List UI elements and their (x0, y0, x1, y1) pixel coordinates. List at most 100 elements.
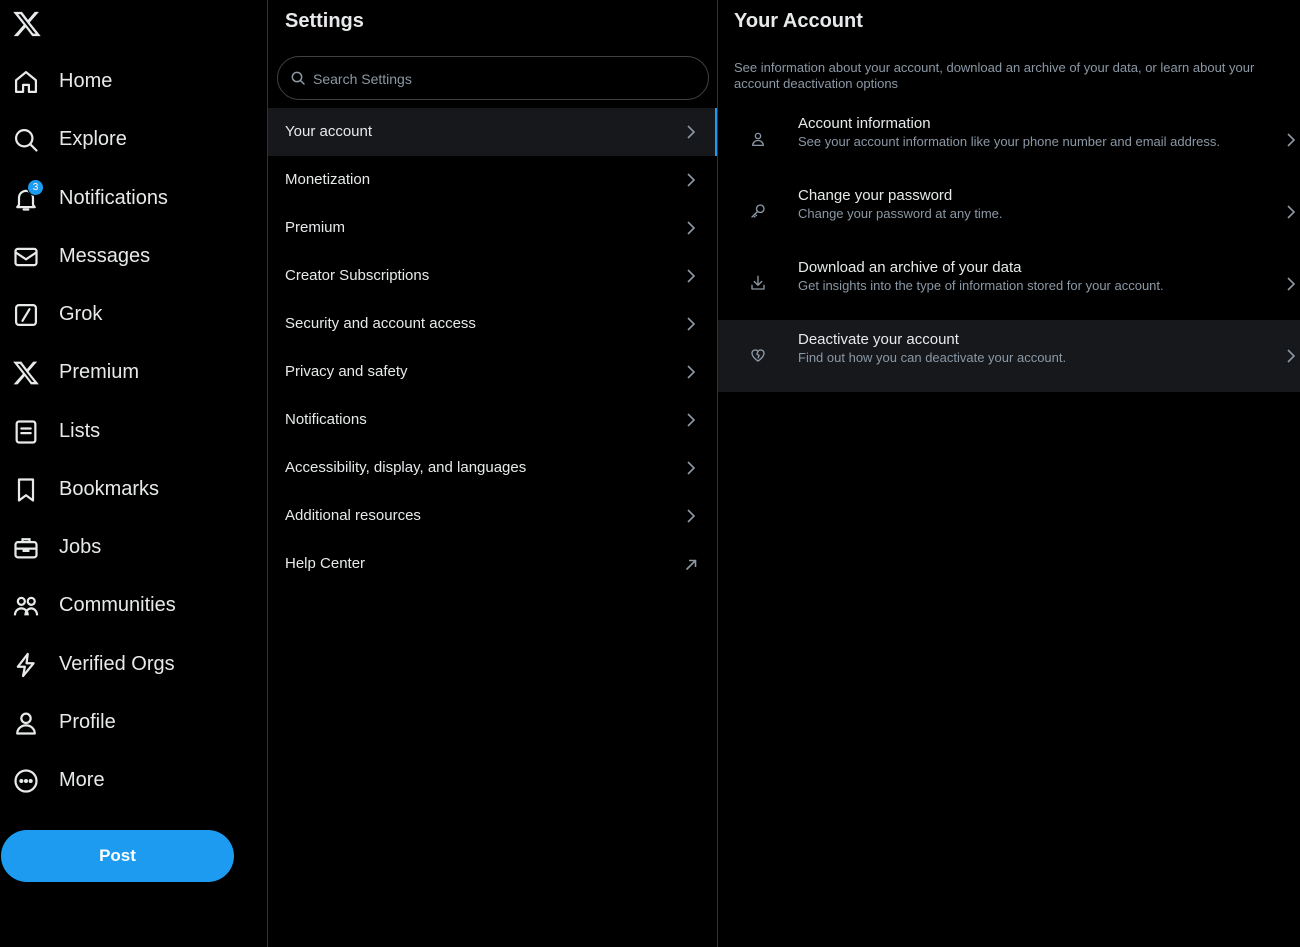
chevron-right-icon (1287, 277, 1296, 291)
nav-label: Profile (59, 711, 116, 733)
nav-label: Lists (59, 420, 101, 442)
settings-column: Settings Your account Monetization Premi… (268, 0, 718, 947)
chevron-right-icon (687, 461, 696, 475)
settings-item-security[interactable]: Security and account access (268, 300, 717, 348)
post-button[interactable]: Post (1, 830, 234, 882)
notifications-badge: 3 (27, 179, 44, 196)
external-link-icon (685, 559, 697, 571)
option-description: Get insights into the type of informatio… (798, 278, 1164, 293)
search-icon (291, 71, 305, 85)
chevron-right-icon (1287, 205, 1296, 219)
settings-item-label: Help Center (285, 555, 366, 572)
x-premium-icon (13, 361, 39, 385)
settings-item-help-center[interactable]: Help Center (268, 540, 717, 588)
option-title: Account information (798, 115, 931, 132)
nav-label: More (59, 769, 105, 791)
search-icon (14, 128, 38, 152)
nav-more[interactable]: More (0, 757, 260, 803)
option-download-archive[interactable]: Download an archive of your data Get ins… (718, 248, 1300, 320)
search-settings-box[interactable] (277, 56, 709, 101)
more-circle-icon (14, 769, 38, 793)
settings-item-your-account[interactable]: Your account (268, 108, 717, 156)
x-logo-icon[interactable] (12, 9, 42, 39)
nav-home[interactable]: Home (0, 58, 260, 104)
key-icon (751, 204, 765, 218)
nav-label: Home (59, 70, 113, 92)
home-icon (14, 70, 38, 94)
nav-label: Grok (59, 303, 103, 325)
settings-item-additional-resources[interactable]: Additional resources (268, 492, 717, 540)
chevron-right-icon (687, 125, 696, 139)
nav-label: Premium (59, 361, 140, 383)
chevron-right-icon (1287, 133, 1296, 147)
chevron-right-icon (687, 413, 696, 427)
option-description: See your account information like your p… (798, 134, 1221, 149)
nav-premium[interactable]: Premium (0, 349, 260, 395)
settings-item-premium[interactable]: Premium (268, 204, 717, 252)
option-account-information[interactable]: Account information See your account inf… (718, 104, 1300, 176)
people-icon (13, 596, 39, 616)
nav-bookmarks[interactable]: Bookmarks (0, 466, 260, 512)
nav-label: Bookmarks (59, 478, 160, 500)
settings-item-monetization[interactable]: Monetization (268, 156, 717, 204)
list-icon (15, 420, 37, 444)
settings-item-label: Premium (285, 219, 346, 236)
nav-label: Communities (59, 594, 176, 616)
nav-verified-orgs[interactable]: Verified Orgs (0, 641, 260, 687)
option-title: Download an archive of your data (798, 259, 1022, 276)
bookmark-icon (17, 478, 35, 502)
chevron-right-icon (1287, 349, 1296, 363)
settings-item-label: Creator Subscriptions (285, 267, 430, 284)
nav-label: Verified Orgs (59, 653, 175, 675)
option-description: Find out how you can deactivate your acc… (798, 350, 1067, 365)
grok-icon (14, 303, 38, 327)
settings-item-label: Additional resources (285, 507, 421, 524)
settings-item-accessibility[interactable]: Accessibility, display, and languages (268, 444, 717, 492)
settings-item-label: Security and account access (285, 315, 476, 332)
nav-profile[interactable]: Profile (0, 699, 260, 745)
chevron-right-icon (687, 317, 696, 331)
settings-item-notifications[interactable]: Notifications (268, 396, 717, 444)
lightning-icon (16, 652, 35, 678)
person-icon (752, 132, 764, 147)
nav-jobs[interactable]: Jobs (0, 524, 260, 570)
chevron-right-icon (687, 365, 696, 379)
nav-explore[interactable]: Explore (0, 116, 260, 162)
broken-heart-icon (751, 349, 765, 362)
nav-label: Messages (59, 245, 151, 267)
settings-item-label: Notifications (285, 411, 367, 428)
nav-label: Notifications (59, 187, 168, 209)
nav-label: Explore (59, 128, 127, 150)
settings-item-label: Privacy and safety (285, 363, 408, 380)
nav-messages[interactable]: Messages (0, 233, 260, 279)
download-icon (751, 275, 765, 290)
nav-lists[interactable]: Lists (0, 408, 260, 454)
your-account-description: See information about your account, down… (734, 60, 1255, 91)
nav-grok[interactable]: Grok (0, 291, 260, 337)
option-title: Deactivate your account (798, 331, 959, 348)
your-account-title: Your Account (734, 10, 863, 32)
chevron-right-icon (687, 221, 696, 235)
chevron-right-icon (687, 173, 696, 187)
option-title: Change your password (798, 187, 953, 204)
option-change-password[interactable]: Change your password Change your passwor… (718, 176, 1300, 248)
settings-item-label: Accessibility, display, and languages (285, 459, 527, 476)
person-icon (16, 712, 36, 735)
settings-title: Settings (285, 10, 364, 32)
option-deactivate-account[interactable]: Deactivate your account Find out how you… (718, 320, 1300, 392)
chevron-right-icon (687, 269, 696, 283)
nav-label: Jobs (59, 536, 102, 558)
chevron-right-icon (687, 509, 696, 523)
settings-item-creator-subscriptions[interactable]: Creator Subscriptions (268, 252, 717, 300)
primary-nav: Home Explore 3 Notifications Messages Gr… (0, 0, 268, 947)
mail-icon (14, 247, 38, 267)
search-settings-input[interactable] (311, 57, 695, 101)
settings-item-label: Your account (285, 123, 373, 140)
settings-item-label: Monetization (285, 171, 371, 188)
nav-notifications[interactable]: 3 Notifications (0, 175, 260, 221)
nav-communities[interactable]: Communities (0, 582, 260, 628)
your-account-panel: Your Account See information about your … (718, 0, 1300, 947)
option-description: Change your password at any time. (798, 206, 1003, 221)
briefcase-icon (14, 538, 38, 559)
settings-item-privacy[interactable]: Privacy and safety (268, 348, 717, 396)
